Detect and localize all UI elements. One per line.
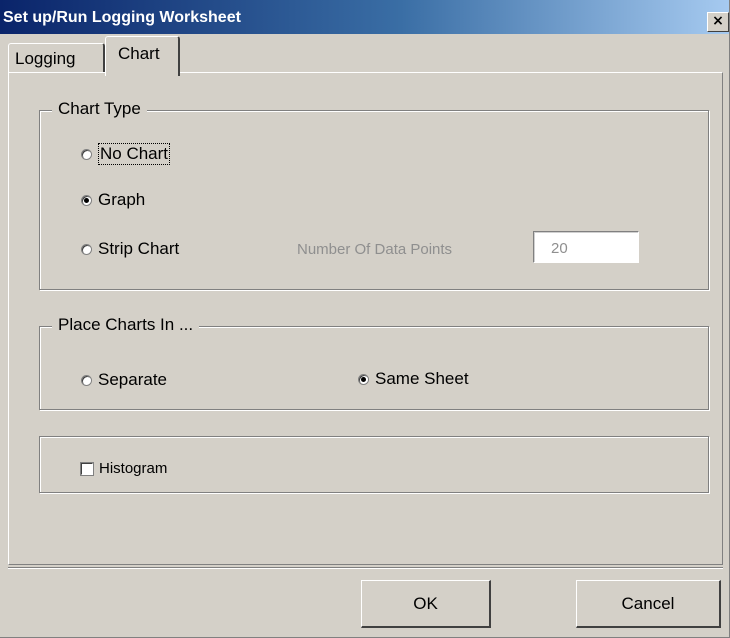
tab-logging-label: Logging [15,49,76,68]
histogram-checkbox-box[interactable] [80,461,94,476]
data-points-input[interactable]: 20 [533,231,639,263]
strip-chart-label: Strip Chart [98,239,180,258]
strip-chart-radio-indicator[interactable] [81,243,92,255]
no-chart-label: No Chart [98,143,171,165]
same-sheet-radio-indicator[interactable] [358,373,369,385]
chart-type-legend: Chart Type [52,99,147,119]
tab-chart[interactable]: Chart [105,36,180,76]
close-icon: × [712,13,724,29]
dialog-window: Set up/Run Logging Worksheet × Logging C… [0,0,730,638]
same-sheet-label: Same Sheet [375,369,469,388]
ok-button[interactable]: OK [361,580,491,628]
title-bar[interactable]: Set up/Run Logging Worksheet × [0,0,729,34]
separate-radio[interactable]: Separate [81,370,167,390]
data-points-label: Number Of Data Points [297,241,453,258]
graph-radio[interactable]: Graph [81,190,145,210]
tab-chart-label: Chart [118,44,160,63]
graph-radio-indicator[interactable] [81,194,92,206]
no-chart-radio[interactable]: No Chart [81,143,171,165]
same-sheet-radio[interactable]: Same Sheet [358,369,469,389]
strip-chart-radio[interactable]: Strip Chart [81,239,179,259]
histogram-label: Histogram [99,460,168,477]
window-title: Set up/Run Logging Worksheet [3,9,241,26]
separate-label: Separate [98,370,167,389]
place-charts-legend: Place Charts In ... [52,315,200,335]
no-chart-radio-indicator[interactable] [81,148,92,160]
cancel-button[interactable]: Cancel [576,580,721,628]
graph-label: Graph [98,190,146,209]
separate-radio-indicator[interactable] [81,374,92,386]
place-charts-group: Place Charts In ... [39,315,709,410]
footer-separator [8,567,723,569]
tab-logging[interactable]: Logging [8,43,105,73]
histogram-checkbox[interactable]: Histogram [80,460,168,477]
close-button[interactable]: × [707,12,729,32]
